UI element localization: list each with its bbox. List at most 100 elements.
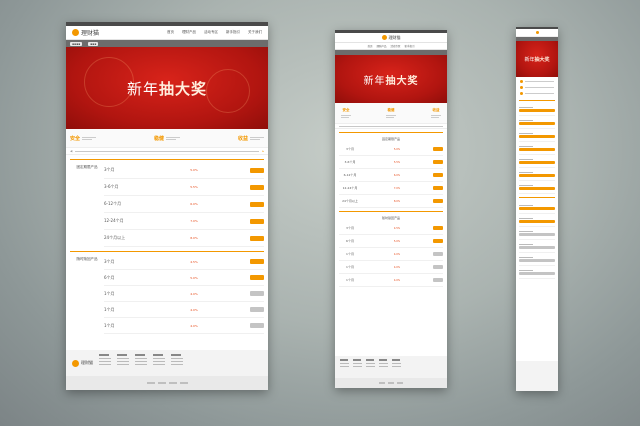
product-section-flexible: 随时赎回产品 3个月 4.5% 6个月 5.0% 1个月 4.0% 1个月 4.… xyxy=(70,251,264,334)
product-row: 3-6个月 5.5% xyxy=(104,179,264,196)
section-divider xyxy=(519,197,555,198)
product-term: 6个月 xyxy=(104,274,115,280)
site-header: 理财猫 xyxy=(335,33,447,43)
logo-icon xyxy=(72,29,79,36)
invest-button[interactable] xyxy=(433,160,443,164)
invest-button[interactable] xyxy=(250,184,264,190)
site-logo[interactable]: 理财猫 xyxy=(72,28,99,37)
notice-text[interactable] xyxy=(75,150,260,152)
footer-badges xyxy=(66,376,268,390)
banner-title: 新年抽大奖 xyxy=(127,78,207,99)
promo-banner[interactable]: 新年抽大奖 xyxy=(66,47,268,129)
invest-button[interactable] xyxy=(433,199,443,203)
invest-button[interactable] xyxy=(519,186,555,190)
nav-item-about[interactable]: 关于我们 xyxy=(248,30,262,35)
footer-column xyxy=(353,359,362,375)
product-rate: 4.0% xyxy=(190,307,198,312)
site-logo[interactable]: 理财猫 xyxy=(381,35,401,41)
invest-button[interactable] xyxy=(433,173,443,177)
invest-button[interactable] xyxy=(250,201,264,207)
logo-icon xyxy=(381,35,387,40)
notice-text[interactable] xyxy=(339,125,443,127)
footer-logo: 理财猫 xyxy=(72,354,93,372)
mobile-footer xyxy=(516,361,558,391)
invest-button[interactable] xyxy=(250,218,264,224)
nav-item-guide[interactable]: 新手指引 xyxy=(226,30,240,35)
mobile-product-list-fixed xyxy=(516,103,558,194)
product-term: 24个月以上 xyxy=(104,235,126,240)
product-row xyxy=(519,201,555,214)
product-term: 3-6个月 xyxy=(104,184,119,189)
rate-column: 4.0% xyxy=(138,308,250,312)
certification-badge xyxy=(168,382,177,384)
product-row xyxy=(519,181,555,194)
nav-item-home[interactable]: 首页 xyxy=(367,44,372,48)
sub-tab[interactable]: ▪▪▪▪ xyxy=(70,41,83,46)
rate-column: 4.0% xyxy=(138,292,250,296)
banner-title-main: 抽大奖 xyxy=(534,56,550,63)
product-rate: 4.0% xyxy=(393,278,401,282)
nav-item-events[interactable]: 活动专区 xyxy=(204,30,218,35)
feature-icon xyxy=(520,92,523,95)
feature-icon xyxy=(520,80,523,83)
product-row: 3个月 5.0% xyxy=(339,143,443,156)
rate-column: 7.0% xyxy=(138,219,250,223)
invest-button[interactable] xyxy=(250,235,264,241)
invest-button[interactable] xyxy=(433,226,443,230)
invest-button[interactable] xyxy=(250,167,264,173)
more-link[interactable]: ▸ xyxy=(262,149,264,153)
tablet-page-mockup: 理财猫 首页 理财产品 活动专区 新手指引 新年抽大奖 安全 稳健 收益 固定期… xyxy=(335,30,447,388)
promo-banner[interactable]: 新年抽大奖 xyxy=(335,55,447,103)
feature-label: 安全 xyxy=(70,135,81,142)
invest-button[interactable] xyxy=(433,239,443,243)
footer-brand-name: 理财猫 xyxy=(81,360,93,365)
invest-button[interactable] xyxy=(433,147,443,151)
banner-title-prefix: 新年 xyxy=(524,56,535,63)
rate-column: 4.5% xyxy=(138,260,250,264)
banner-title-main: 抽大奖 xyxy=(385,75,419,87)
invest-button[interactable] xyxy=(433,186,443,190)
logo-icon[interactable] xyxy=(535,31,539,34)
footer-column xyxy=(135,354,147,372)
product-row: 1个月 4.0% xyxy=(339,261,443,274)
feature-label: 收益 xyxy=(237,135,248,142)
rate-column: 5.0% xyxy=(138,276,250,280)
footer-column xyxy=(117,354,129,372)
sold-out-button xyxy=(519,245,555,249)
invest-button[interactable] xyxy=(519,219,555,223)
invest-button[interactable] xyxy=(250,275,264,280)
banner-ornament xyxy=(206,69,250,113)
product-row: 1个月 4.0% xyxy=(104,302,264,318)
invest-button[interactable] xyxy=(519,121,555,125)
product-term: 6个月 xyxy=(346,239,354,243)
product-row: 24个月以上 8.0% xyxy=(339,195,443,208)
product-term: 3个月 xyxy=(104,167,115,172)
sold-out-button xyxy=(433,265,443,269)
nav-item-products[interactable]: 理财产品 xyxy=(182,30,196,35)
nav-item-products[interactable]: 理财产品 xyxy=(376,44,386,48)
invest-button[interactable] xyxy=(519,108,555,112)
invest-button[interactable] xyxy=(250,259,264,264)
footer-column xyxy=(366,359,375,375)
invest-button[interactable] xyxy=(519,160,555,164)
invest-button[interactable] xyxy=(519,173,555,177)
banner-ornament xyxy=(84,57,134,107)
promo-banner[interactable]: 新年抽大奖 xyxy=(516,41,558,77)
feature-label: 稳健 xyxy=(387,108,395,112)
nav-item-events[interactable]: 活动专区 xyxy=(391,44,401,48)
invest-button[interactable] xyxy=(519,147,555,151)
nav-item-guide[interactable]: 新手指引 xyxy=(405,44,415,48)
invest-button[interactable] xyxy=(519,206,555,210)
product-row: 3-6个月 5.5% xyxy=(339,156,443,169)
invest-button[interactable] xyxy=(519,134,555,138)
product-row: 3个月 4.5% xyxy=(339,222,443,235)
sub-tab[interactable]: ▪▪▪ xyxy=(88,41,99,46)
product-row: 24个月以上 8.0% xyxy=(104,230,264,247)
nav-item-home[interactable]: 首页 xyxy=(167,30,174,35)
sold-out-button xyxy=(250,307,264,312)
rate-column: 5.5% xyxy=(138,185,250,189)
product-row xyxy=(519,116,555,129)
product-row: 6-12个月 6.0% xyxy=(104,196,264,213)
main-nav: 首页 理财产品 活动专区 新手指引 xyxy=(335,43,447,50)
product-term: 3-6个月 xyxy=(344,160,356,164)
